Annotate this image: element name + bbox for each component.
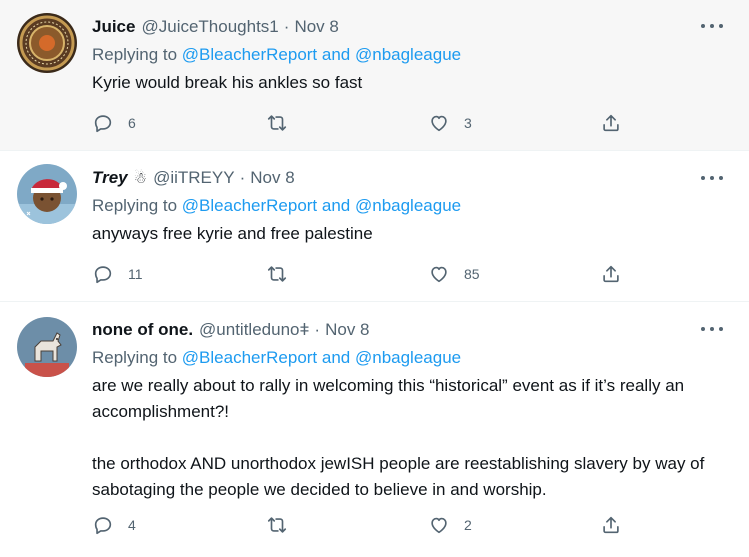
- like-button[interactable]: 85: [428, 262, 480, 286]
- tweet-paragraph: anyways free kyrie and free palestine: [92, 224, 373, 243]
- separator: ·: [283, 17, 290, 36]
- replying-to: Replying to @BleacherReport and @nbaglea…: [92, 348, 461, 368]
- share-icon: [603, 516, 619, 534]
- tweet-header: Juice @JuiceThoughts1 · Nov 8: [92, 17, 339, 37]
- reply-button[interactable]: 11: [92, 262, 143, 286]
- more-icon[interactable]: [701, 17, 723, 35]
- mention-link[interactable]: @nbagleague: [355, 196, 461, 215]
- tweet-date[interactable]: Nov 8: [250, 168, 294, 188]
- like-count: 85: [464, 266, 480, 282]
- tweet-date[interactable]: Nov 8: [294, 17, 338, 37]
- replying-to-label: Replying to: [92, 196, 182, 215]
- avatar-image: [17, 13, 77, 73]
- reply-icon: [94, 115, 112, 133]
- reply-button[interactable]: 4: [92, 513, 136, 537]
- mention-link[interactable]: @nbagleague: [355, 348, 461, 367]
- tweet[interactable]: Juice @JuiceThoughts1 · Nov 8 Replying t…: [0, 0, 749, 151]
- tweet-header: none of one. @untitledunoǂ · Nov 8: [92, 320, 370, 340]
- share-button[interactable]: [600, 111, 622, 135]
- tweet-header: Trey ☃ @iiTREYY · Nov 8: [92, 168, 295, 188]
- tweet-actions: 6 3: [92, 111, 632, 135]
- heart-icon: [431, 517, 447, 534]
- mention-link[interactable]: @nbagleague: [355, 45, 461, 64]
- display-name[interactable]: Juice: [92, 17, 135, 37]
- user-handle[interactable]: @untitledunoǂ: [199, 320, 309, 340]
- separator: ·: [314, 320, 321, 339]
- tweet[interactable]: Trey ☃ @iiTREYY · Nov 8 Replying to @Ble…: [0, 152, 749, 302]
- reply-icon: [94, 266, 112, 284]
- more-icon[interactable]: [701, 320, 723, 338]
- replying-to-label: Replying to: [92, 45, 182, 64]
- avatar-image: [17, 164, 77, 224]
- tweet-text: are we really about to rally in welcomin…: [92, 373, 722, 503]
- mention-link[interactable]: @BleacherReport: [182, 348, 317, 367]
- user-handle[interactable]: @JuiceThoughts1: [141, 17, 278, 37]
- retweet-button[interactable]: [266, 262, 302, 286]
- mention-link[interactable]: @BleacherReport: [182, 196, 317, 215]
- tweet-paragraph: the orthodox AND unorthodox jewISH peopl…: [92, 454, 705, 499]
- like-count: 2: [464, 517, 472, 533]
- tweet-date[interactable]: Nov 8: [325, 320, 369, 340]
- share-button[interactable]: [600, 513, 622, 537]
- retweet-icon: [267, 115, 287, 131]
- separator: ·: [239, 168, 246, 187]
- mention-and: and: [317, 45, 355, 64]
- reply-count: 4: [128, 517, 136, 533]
- avatar-image: [17, 317, 77, 377]
- mention-and: and: [317, 196, 355, 215]
- replying-to: Replying to @BleacherReport and @nbaglea…: [92, 196, 461, 216]
- share-icon: [603, 114, 619, 132]
- tweet[interactable]: none of one. @untitledunoǂ · Nov 8 Reply…: [0, 303, 749, 557]
- user-handle[interactable]: @iiTREYY: [153, 168, 235, 188]
- like-button[interactable]: 2: [428, 513, 472, 537]
- retweet-button[interactable]: [266, 111, 302, 135]
- replying-to-label: Replying to: [92, 348, 182, 367]
- like-button[interactable]: 3: [428, 111, 472, 135]
- heart-icon: [431, 266, 447, 283]
- tweet-text: Kyrie would break his ankles so fast: [92, 70, 722, 96]
- tweet-paragraph: Kyrie would break his ankles so fast: [92, 73, 363, 92]
- display-name[interactable]: none of one.: [92, 320, 193, 340]
- replying-to: Replying to @BleacherReport and @nbaglea…: [92, 45, 461, 65]
- tweet-paragraph: are we really about to rally in welcomin…: [92, 376, 685, 421]
- retweet-icon: [267, 266, 287, 282]
- reply-count: 6: [128, 115, 136, 131]
- heart-icon: [431, 115, 447, 132]
- avatar[interactable]: [17, 164, 77, 224]
- share-button[interactable]: [600, 262, 622, 286]
- tweet-actions: 4 2: [92, 513, 632, 537]
- reply-button[interactable]: 6: [92, 111, 136, 135]
- avatar[interactable]: [17, 13, 77, 73]
- mention-link[interactable]: @BleacherReport: [182, 45, 317, 64]
- share-icon: [603, 265, 619, 283]
- display-name[interactable]: Trey: [92, 168, 128, 188]
- reply-count: 11: [128, 266, 143, 282]
- snowman-icon: ☃: [133, 170, 148, 187]
- avatar[interactable]: [17, 317, 77, 377]
- tweet-actions: 11 85: [92, 262, 632, 286]
- retweet-button[interactable]: [266, 513, 302, 537]
- reply-icon: [94, 517, 112, 535]
- more-icon[interactable]: [701, 169, 723, 187]
- retweet-icon: [267, 517, 287, 533]
- mention-and: and: [317, 348, 355, 367]
- tweet-text: anyways free kyrie and free palestine: [92, 221, 722, 247]
- like-count: 3: [464, 115, 472, 131]
